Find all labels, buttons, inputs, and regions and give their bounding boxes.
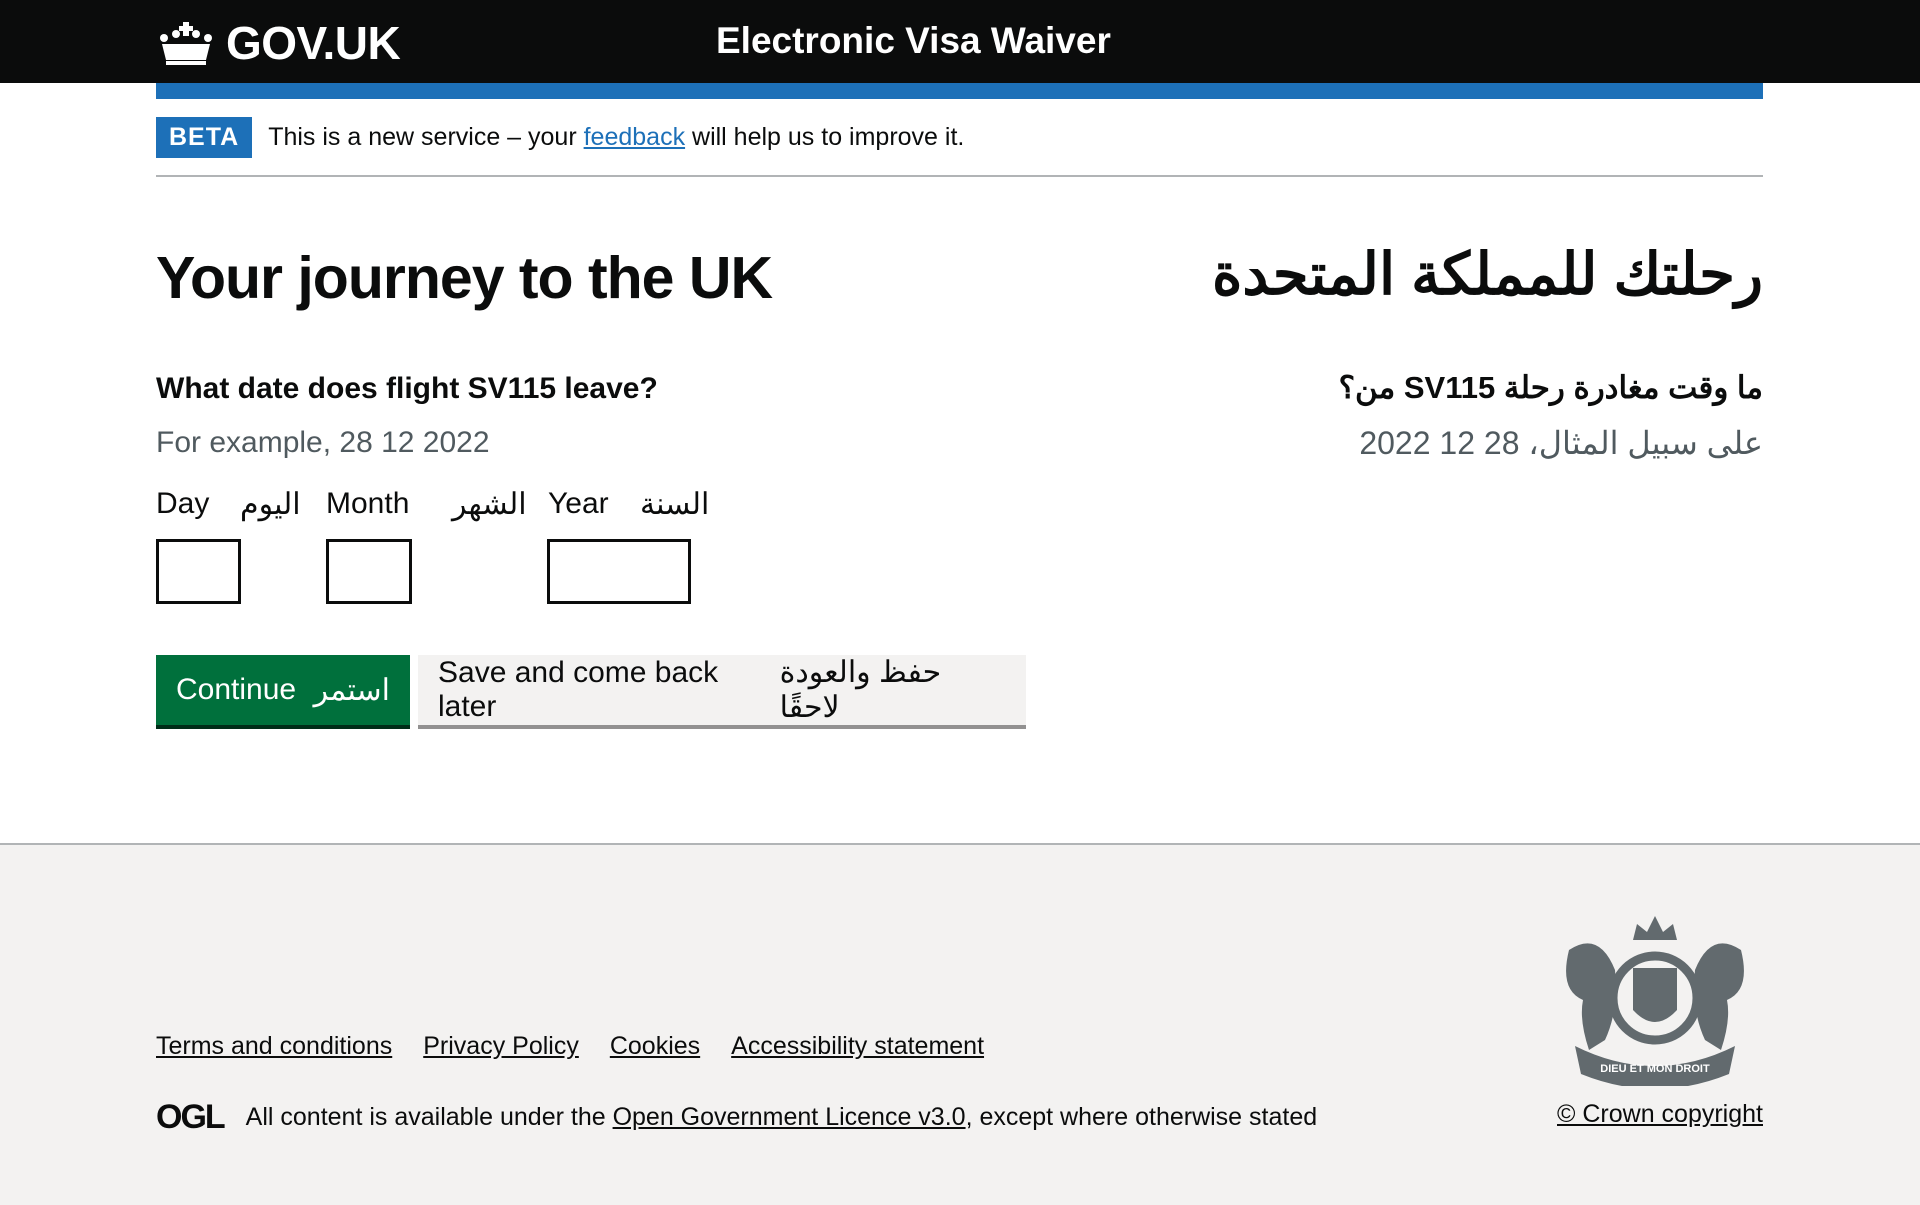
footer-link-cookies[interactable]: Cookies (610, 1032, 700, 1061)
royal-coat-of-arms-icon: DIEU ET MON DROIT (1566, 916, 1744, 1086)
service-name-link[interactable]: Electronic Visa Waiver (716, 20, 1111, 62)
licence-text-start: All content is available under the (245, 1103, 613, 1131)
year-input[interactable] (547, 539, 691, 604)
banner-text-start: This is a new service – your (268, 123, 584, 151)
divider (156, 175, 1763, 177)
footer-link-accessibility[interactable]: Accessibility statement (731, 1032, 984, 1061)
page-title-arabic: رحلتك للمملكة المتحدة (1211, 242, 1763, 307)
licence-text-end: , except where otherwise stated (965, 1103, 1318, 1131)
feedback-link[interactable]: feedback (584, 123, 685, 151)
day-label-arabic: اليوم (240, 488, 301, 521)
month-label-arabic: الشهر (452, 488, 527, 521)
ogl-logo: OGL (156, 1098, 226, 1136)
crown-copyright-link[interactable]: © Crown copyright (1557, 1100, 1763, 1129)
logo-text: GOV.UK (226, 17, 401, 69)
day-label: Day (156, 487, 210, 520)
hint-text-arabic: على سبيل المثال، 28 12 2022 (1359, 425, 1763, 461)
month-label: Month (326, 487, 410, 520)
phase-banner: BETA This is a new service – your feedba… (156, 117, 964, 158)
page-title: Your journey to the UK (156, 245, 773, 311)
licence-text: All content is available under the Open … (246, 1103, 1317, 1132)
save-label-arabic: حفظ والعودة لاحقًا (779, 656, 942, 724)
save-label: Save and come back later (438, 656, 719, 723)
year-label: Year (548, 487, 609, 520)
govuk-logo-link[interactable]: GOV.UK (156, 16, 401, 70)
phase-banner-text: This is a new service – your feedback wi… (268, 123, 964, 152)
crown-icon (160, 22, 212, 65)
continue-label: Continue (176, 673, 297, 706)
beta-tag: BETA (156, 117, 253, 158)
question-label-arabic: ما وقت مغادرة رحلة SV115 من؟ (1338, 370, 1763, 405)
ogl-link[interactable]: Open Government Licence v3.0 (613, 1103, 966, 1131)
crest-motto: DIEU ET MON DROIT (1600, 1063, 1710, 1075)
licence-row: OGL All content is available under the O… (156, 1098, 1317, 1137)
footer-link-terms[interactable]: Terms and conditions (156, 1032, 392, 1061)
footer-links: Terms and conditions Privacy Policy Cook… (156, 1032, 984, 1061)
footer-link-privacy[interactable]: Privacy Policy (423, 1032, 579, 1061)
save-and-come-back-button[interactable]: Save and come back later حفظ والعودة لاح… (418, 655, 1026, 725)
year-label-arabic: السنة (640, 488, 710, 521)
day-input[interactable] (156, 539, 241, 604)
question-label: What date does flight SV115 leave? (156, 372, 658, 405)
header-accent-bar (156, 83, 1763, 99)
month-input[interactable] (326, 539, 412, 604)
continue-label-arabic: استمر (313, 673, 390, 707)
continue-button[interactable]: Continue استمر (156, 655, 410, 725)
hint-text: For example, 28 12 2022 (156, 426, 490, 459)
site-header: GOV.UK Electronic Visa Waiver (0, 0, 1920, 83)
banner-text-end: will help us to improve it. (685, 123, 965, 151)
